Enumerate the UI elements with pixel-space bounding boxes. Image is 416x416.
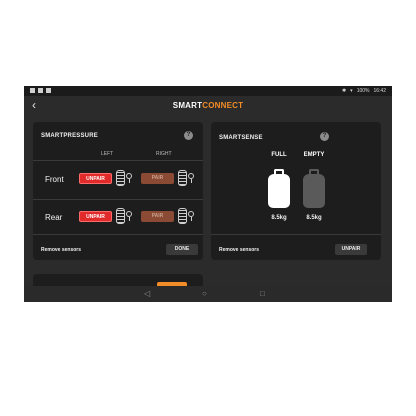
rear-right-pair-button[interactable]: PAIR xyxy=(141,211,174,222)
tank-label-empty: EMPTY xyxy=(303,152,325,158)
status-bar: ✱ ▾ 100% 16:42 xyxy=(24,86,392,96)
logo-text-connect: CONNECT xyxy=(202,101,244,110)
nav-back-icon[interactable]: ◁ xyxy=(144,289,150,298)
nav-home-icon[interactable]: ○ xyxy=(202,289,207,298)
tire-icon xyxy=(116,208,125,224)
unpair-button[interactable]: UNPAIR xyxy=(335,244,367,255)
tank-weight-empty: 8.5kg xyxy=(306,215,322,221)
divider xyxy=(211,234,381,235)
help-icon[interactable]: ? xyxy=(184,131,193,140)
gas-bottle-empty-icon xyxy=(303,169,325,208)
top-bar: ‹ SMARTCONNECT xyxy=(24,96,392,114)
divider xyxy=(33,160,203,161)
clock: 16:42 xyxy=(373,88,386,94)
row-label-rear: Rear xyxy=(45,213,63,222)
column-header-left: LEFT xyxy=(101,151,114,157)
app-window: ✱ ▾ 100% 16:42 ‹ SMARTCONNECT SMARTPRESS… xyxy=(24,86,392,302)
nav-recents-icon[interactable]: □ xyxy=(260,289,265,298)
done-button[interactable]: DONE xyxy=(166,244,198,255)
divider xyxy=(33,199,203,200)
gas-bottle-full-icon xyxy=(268,169,290,208)
tire-icon xyxy=(116,170,125,186)
tank-label-full: FULL xyxy=(271,152,287,158)
sensor-icon xyxy=(188,173,194,183)
sensor-icon xyxy=(126,211,132,221)
sensor-icon xyxy=(188,211,194,221)
logo-text-smart: SMART xyxy=(172,101,203,110)
smartpressure-card: SMARTPRESSURE ? LEFT RIGHT Front UNPAIR … xyxy=(33,122,203,260)
tire-icon xyxy=(178,208,187,224)
bluetooth-icon: ✱ xyxy=(341,88,347,94)
column-header-right: RIGHT xyxy=(156,151,172,157)
rear-left-unpair-button[interactable]: UNPAIR xyxy=(79,211,112,222)
wifi-icon: ▾ xyxy=(350,88,353,94)
sensor-icon xyxy=(126,173,132,183)
divider xyxy=(33,234,203,235)
tire-icon xyxy=(178,170,187,186)
notification-icon xyxy=(46,88,51,93)
navigation-bar: ◁ ○ □ xyxy=(24,286,392,302)
remove-sensors-label: Remove sensors xyxy=(219,247,260,253)
remove-sensors-label: Remove sensors xyxy=(41,247,82,253)
front-right-pair-button[interactable]: PAIR xyxy=(141,173,174,184)
smartsense-card: SMARTSENSE ? FULL EMPTY 8.5kg 8.5kg Remo… xyxy=(211,122,381,260)
row-label-front: Front xyxy=(45,175,64,184)
tank-weight-full: 8.5kg xyxy=(271,215,287,221)
help-icon[interactable]: ? xyxy=(320,132,329,141)
smartsense-title: SMARTSENSE xyxy=(219,135,263,141)
notification-icon xyxy=(30,88,35,93)
front-left-unpair-button[interactable]: UNPAIR xyxy=(79,173,112,184)
smartpressure-title: SMARTPRESSURE xyxy=(41,133,98,139)
notification-icons xyxy=(30,88,51,93)
battery-text: 100% xyxy=(356,88,370,94)
app-logo: SMARTCONNECT xyxy=(24,101,392,110)
notification-icon xyxy=(38,88,43,93)
